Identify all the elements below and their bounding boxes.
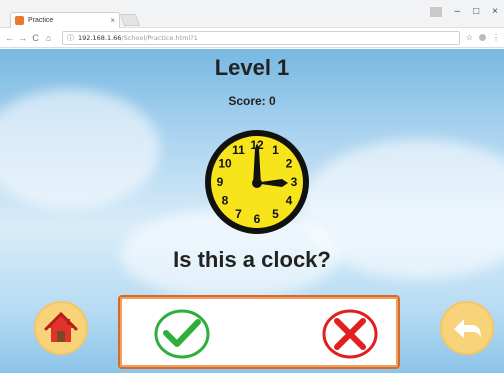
house-icon: [44, 311, 78, 342]
yes-button[interactable]: [152, 309, 212, 359]
extension-icon[interactable]: [479, 34, 486, 41]
level-title: Level 1: [214, 55, 290, 80]
back-button[interactable]: [440, 301, 494, 355]
clock-number: 6: [254, 212, 261, 226]
favicon-icon: [15, 16, 24, 25]
clock-number: 9: [217, 175, 224, 189]
url-path: /School/Practice.html?1: [121, 33, 198, 42]
url-field[interactable]: ⓘ 192.168.1.66/School/Practice.html?1: [62, 30, 460, 45]
clock-number: 1: [272, 143, 279, 157]
tab-close-icon[interactable]: ×: [110, 16, 115, 25]
url-host: 192.168.1.66: [78, 33, 122, 42]
no-button[interactable]: [320, 309, 380, 359]
site-info-icon[interactable]: ⓘ: [67, 33, 74, 43]
window-controls: – □ ×: [429, 6, 498, 17]
clock-icon: 121234567891011: [205, 130, 309, 234]
clock-number: 11: [232, 143, 245, 157]
clock-number: 3: [291, 175, 298, 189]
maximize-button[interactable]: □: [473, 6, 479, 17]
home-button[interactable]: [34, 301, 88, 355]
minimize-button[interactable]: –: [455, 6, 461, 17]
clock-number: 8: [222, 194, 229, 208]
close-window-button[interactable]: ×: [492, 6, 498, 17]
answer-panel: [118, 295, 400, 369]
profile-icon[interactable]: [429, 6, 442, 17]
clock-number: 4: [286, 194, 293, 208]
home-nav-icon[interactable]: ⌂: [43, 33, 54, 43]
clock-image: 121234567891011: [202, 127, 312, 237]
return-arrow-icon: [454, 319, 481, 338]
cross-icon: [322, 309, 378, 359]
new-tab-button[interactable]: [119, 14, 141, 26]
forward-arrow-icon[interactable]: →: [17, 33, 28, 43]
address-bar: ← → C ⌂ ⓘ 192.168.1.66/School/Practice.h…: [0, 28, 504, 48]
score-text: Score: 0: [228, 94, 276, 108]
reload-icon[interactable]: C: [30, 33, 41, 43]
clock-number: 7: [235, 207, 242, 221]
back-arrow-icon[interactable]: ←: [4, 33, 15, 43]
question-text: Is this a clock?: [173, 247, 331, 272]
clock-number: 2: [286, 157, 293, 171]
tab-title: Practice: [28, 17, 54, 24]
browser-tab[interactable]: Practice ×: [10, 12, 120, 28]
clock-number: 5: [272, 207, 279, 221]
game-area: Level 1 Score: 0 121234567891011 Is this…: [0, 49, 504, 373]
bookmark-star-icon[interactable]: ☆: [466, 33, 473, 42]
menu-icon[interactable]: ⋮: [492, 33, 500, 42]
clock-number: 10: [218, 157, 232, 171]
browser-tab-bar: Practice × – □ ×: [0, 0, 504, 28]
checkmark-icon: [154, 309, 210, 359]
